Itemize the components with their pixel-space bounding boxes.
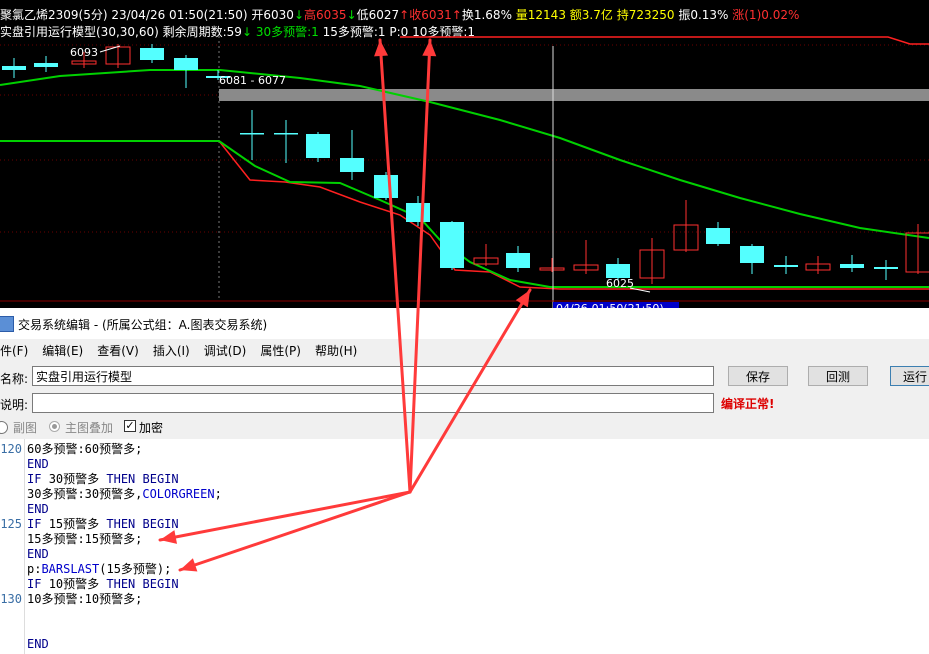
name-label: 名称: — [0, 372, 29, 386]
candle-body-down — [140, 48, 164, 60]
range-label: 6081 - 6077 — [219, 74, 286, 87]
kline-chart[interactable]: 聚氯乙烯2309(5分) 23/04/26 01:50(21:50) 开6030… — [0, 0, 929, 308]
cursor-time-label: 04/26-01:50(21:50) — [556, 302, 664, 308]
code-token: END — [27, 502, 49, 516]
code-token: END — [27, 637, 49, 651]
code-token: IF — [27, 517, 49, 531]
menu-item[interactable]: 件(F) — [0, 342, 28, 359]
menu-item[interactable]: 帮助(H) — [315, 342, 357, 359]
candle-body-down — [274, 133, 298, 135]
code-token: 15多预警:15预警多; — [27, 532, 143, 546]
code-line[interactable]: p:BARSLAST(15多预警); — [27, 562, 171, 577]
code-token: END — [27, 457, 49, 471]
subchart-radio[interactable] — [0, 421, 8, 434]
candle-body-down — [34, 63, 58, 67]
run-button[interactable]: 运行 — [890, 366, 929, 386]
code-token: 30预警多 — [48, 472, 107, 486]
formula-properties-panel: 名称: 实盘引用运行模型 保存 回测 运行 说明: 编译正常! 副图 主图叠加 … — [0, 361, 929, 439]
line-number: 130 — [0, 592, 22, 606]
code-token: IF — [27, 472, 49, 486]
encrypt-label: 加密 — [139, 421, 164, 435]
code-token: BARSLAST — [41, 562, 100, 576]
candle-body-down — [240, 133, 264, 135]
candle-body-down — [506, 253, 530, 268]
line-number: 120 — [0, 442, 22, 456]
code-line[interactable]: END — [27, 502, 49, 517]
code-token: IF — [27, 577, 49, 591]
candle-body-down — [706, 228, 730, 244]
candle-body-down — [774, 265, 798, 267]
backtest-button[interactable]: 回测 — [808, 366, 868, 386]
subchart-label: 副图 — [13, 421, 38, 435]
main-overlay-label: 主图叠加 — [65, 421, 114, 435]
code-token: 10预警多 — [48, 577, 107, 591]
kline-plot[interactable]: 6093 6081 - 6077 6025 04/26-01:50(21:50) — [0, 0, 929, 308]
code-token: p: — [27, 562, 42, 576]
code-token: 15预警多 — [48, 517, 107, 531]
code-token: END — [27, 547, 49, 561]
code-token: COLORGREEN — [142, 487, 215, 501]
code-token: THEN BEGIN — [106, 577, 179, 591]
price-band — [219, 89, 929, 101]
description-label: 说明: — [0, 398, 29, 412]
code-line[interactable]: END — [27, 457, 49, 472]
window-app-icon — [0, 316, 14, 332]
low-price-label: 6025 — [606, 277, 634, 290]
menu-item[interactable]: 属性(P) — [260, 342, 301, 359]
candle-body-down — [174, 58, 198, 70]
code-token: THEN BEGIN — [106, 517, 179, 531]
code-token: THEN BEGIN — [106, 472, 179, 486]
menu-item[interactable]: 编辑(E) — [42, 342, 83, 359]
candle-body-down — [740, 246, 764, 263]
line-number-gutter: 120 125 130 — [0, 439, 25, 654]
editor-window-title-bar: 交易系统编辑 - (所属公式组：A.图表交易系统) — [0, 312, 929, 336]
menu-item[interactable]: 查看(V) — [97, 342, 139, 359]
code-line[interactable]: 15多预警:15预警多; — [27, 532, 142, 547]
save-button[interactable]: 保存 — [728, 366, 788, 386]
candle-body-down — [2, 66, 26, 70]
code-token: 10多预警:10预警多; — [27, 592, 143, 606]
code-token: 60多预警:60预警多; — [27, 442, 143, 456]
candle-body-down — [340, 158, 364, 172]
editor-window-title: 交易系统编辑 - (所属公式组：A.图表交易系统) — [18, 317, 268, 332]
name-input[interactable]: 实盘引用运行模型 — [32, 366, 714, 386]
menu-item[interactable]: 插入(I) — [153, 342, 190, 359]
code-line[interactable]: IF 10预警多 THEN BEGIN — [27, 577, 179, 592]
candle-body-down — [840, 264, 864, 268]
code-token: 30多预警:30预警多, — [27, 487, 143, 501]
code-line[interactable]: IF 15预警多 THEN BEGIN — [27, 517, 179, 532]
candle-body-down — [440, 222, 464, 268]
code-line[interactable]: 30多预警:30预警多,COLORGREEN; — [27, 487, 222, 502]
code-token: (15多预警); — [99, 562, 172, 576]
code-line[interactable]: END — [27, 637, 49, 652]
code-line[interactable]: IF 30预警多 THEN BEGIN — [27, 472, 179, 487]
main-overlay-radio[interactable] — [49, 421, 60, 432]
candle-body-down — [606, 264, 630, 278]
menu-bar: 件(F) 编辑(E) 查看(V) 插入(I) 调试(D) 属性(P) 帮助(H) — [0, 339, 929, 361]
resistance-line — [400, 36, 929, 45]
high-price-label: 6093 — [70, 46, 98, 59]
encrypt-checkbox[interactable]: ✓ — [124, 420, 136, 432]
code-editor[interactable]: 120 125 130 60多预警:60预警多; END IF 30预警多 THEN B… — [0, 439, 929, 654]
code-token: ; — [214, 487, 222, 501]
candle-body-down — [874, 267, 898, 269]
radio-selected-dot — [52, 424, 57, 429]
menu-item[interactable]: 调试(D) — [204, 342, 247, 359]
line-number: 125 — [0, 517, 22, 531]
description-input[interactable] — [32, 393, 714, 413]
code-line[interactable]: 60多预警:60预警多; — [27, 442, 142, 457]
code-line[interactable]: END — [27, 547, 49, 562]
candle-body-down — [374, 175, 398, 198]
candle-body-down — [406, 203, 430, 222]
compile-status: 编译正常! — [721, 397, 775, 411]
candle-body-down — [306, 134, 330, 158]
code-line[interactable]: 10多预警:10预警多; — [27, 592, 142, 607]
